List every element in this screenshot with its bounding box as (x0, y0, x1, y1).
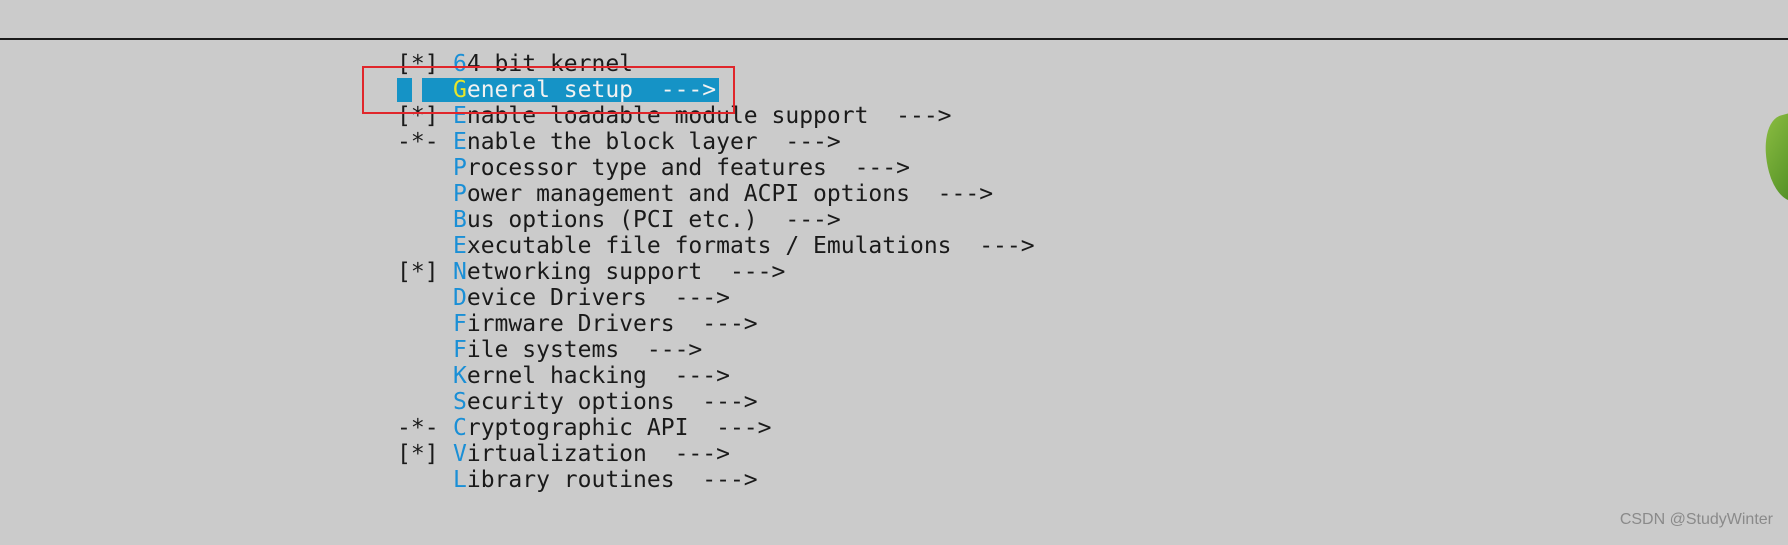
menu-item[interactable]: Executable file formats / Emulations ---… (397, 233, 1035, 259)
menu-item-label: Enable the block layer ---> (453, 129, 841, 155)
menu-item-hotkey: C (453, 415, 467, 441)
menu-item-text: ecurity options ---> (466, 389, 758, 415)
menu-item[interactable]: Library routines ---> (397, 467, 1035, 493)
menu-item-text: ower management and ACPI options ---> (466, 181, 994, 207)
menu-item-hotkey: D (453, 285, 467, 311)
menu-item[interactable]: Security options ---> (397, 389, 1035, 415)
menu-item-state: [*] (397, 259, 439, 285)
menu-item-hotkey: K (453, 363, 467, 389)
menu-item[interactable]: Power management and ACPI options ---> (397, 181, 1035, 207)
menu-item[interactable]: -*- Cryptographic API ---> (397, 415, 1035, 441)
menu-item-state: -*- (397, 415, 439, 441)
menu-item-label: Executable file formats / Emulations ---… (453, 233, 1035, 259)
menu-item-text: etworking support ---> (466, 259, 786, 285)
menu-item-text: ryptographic API ---> (466, 415, 772, 441)
menu-item-state: -*- (397, 129, 439, 155)
menu-item-state: [*] (397, 441, 439, 467)
menu-item-text: ile systems ---> (466, 337, 703, 363)
menu-item-hotkey: N (453, 259, 467, 285)
menu-item-hotkey: P (453, 155, 467, 181)
menu-item-label: Power management and ACPI options ---> (453, 181, 993, 207)
menu-item[interactable]: -*- Enable the block layer ---> (397, 129, 1035, 155)
menu-item[interactable]: Processor type and features ---> (397, 155, 1035, 181)
menu-item[interactable]: [*] Virtualization ---> (397, 441, 1035, 467)
menu-item[interactable]: Bus options (PCI etc.) ---> (397, 207, 1035, 233)
menu-item-label: File systems ---> (453, 337, 702, 363)
menu-item-text: us options (PCI etc.) ---> (466, 207, 841, 233)
menu-item-hotkey: F (453, 337, 467, 363)
watermark: CSDN @StudyWinter (1619, 511, 1773, 528)
leaf-decoration (1755, 110, 1788, 206)
menu-item-text: nable the block layer ---> (466, 129, 841, 155)
kernel-config-menu: [*] 64 bit kernel General setup ---> [*] Ena… (397, 51, 1035, 493)
menu-item-label: Library routines ---> (453, 467, 758, 493)
menu-item[interactable]: Kernel hacking ---> (397, 363, 1035, 389)
menu-item-label: Device Drivers ---> (453, 285, 730, 311)
menu-item[interactable]: File systems ---> (397, 337, 1035, 363)
menu-item-label: Virtualization ---> (453, 441, 730, 467)
menu-item-hotkey: E (453, 233, 467, 259)
menu-item-label: Networking support ---> (453, 259, 785, 285)
menu-item-hotkey: B (453, 207, 467, 233)
menu-item-text: rocessor type and features ---> (466, 155, 910, 181)
menu-item-hotkey: F (453, 311, 467, 337)
menu-item-text: irtualization ---> (466, 441, 730, 467)
menu-item-hotkey: V (453, 441, 467, 467)
menu-item-label: Kernel hacking ---> (453, 363, 730, 389)
menu-item-hotkey: P (453, 181, 467, 207)
menu-item-label: Firmware Drivers ---> (453, 311, 758, 337)
menu-item[interactable]: [*] Networking support ---> (397, 259, 1035, 285)
top-border-line (0, 38, 1788, 40)
menu-item-label: Bus options (PCI etc.) ---> (453, 207, 841, 233)
menu-item-text: evice Drivers ---> (466, 285, 730, 311)
menu-item-text: xecutable file formats / Emulations ---> (466, 233, 1035, 259)
menu-item-hotkey: E (453, 129, 467, 155)
menu-item-text: irmware Drivers ---> (466, 311, 758, 337)
annotation-highlight-box (362, 66, 735, 114)
menu-item[interactable]: Firmware Drivers ---> (397, 311, 1035, 337)
menu-item-label: Security options ---> (453, 389, 758, 415)
menu-item-label: Cryptographic API ---> (453, 415, 772, 441)
menu-item-label: Processor type and features ---> (453, 155, 910, 181)
menu-item-text: ibrary routines ---> (466, 467, 758, 493)
menu-item-hotkey: S (453, 389, 467, 415)
menu-item[interactable]: Device Drivers ---> (397, 285, 1035, 311)
menu-item-hotkey: L (453, 467, 467, 493)
menu-item-text: ernel hacking ---> (466, 363, 730, 389)
